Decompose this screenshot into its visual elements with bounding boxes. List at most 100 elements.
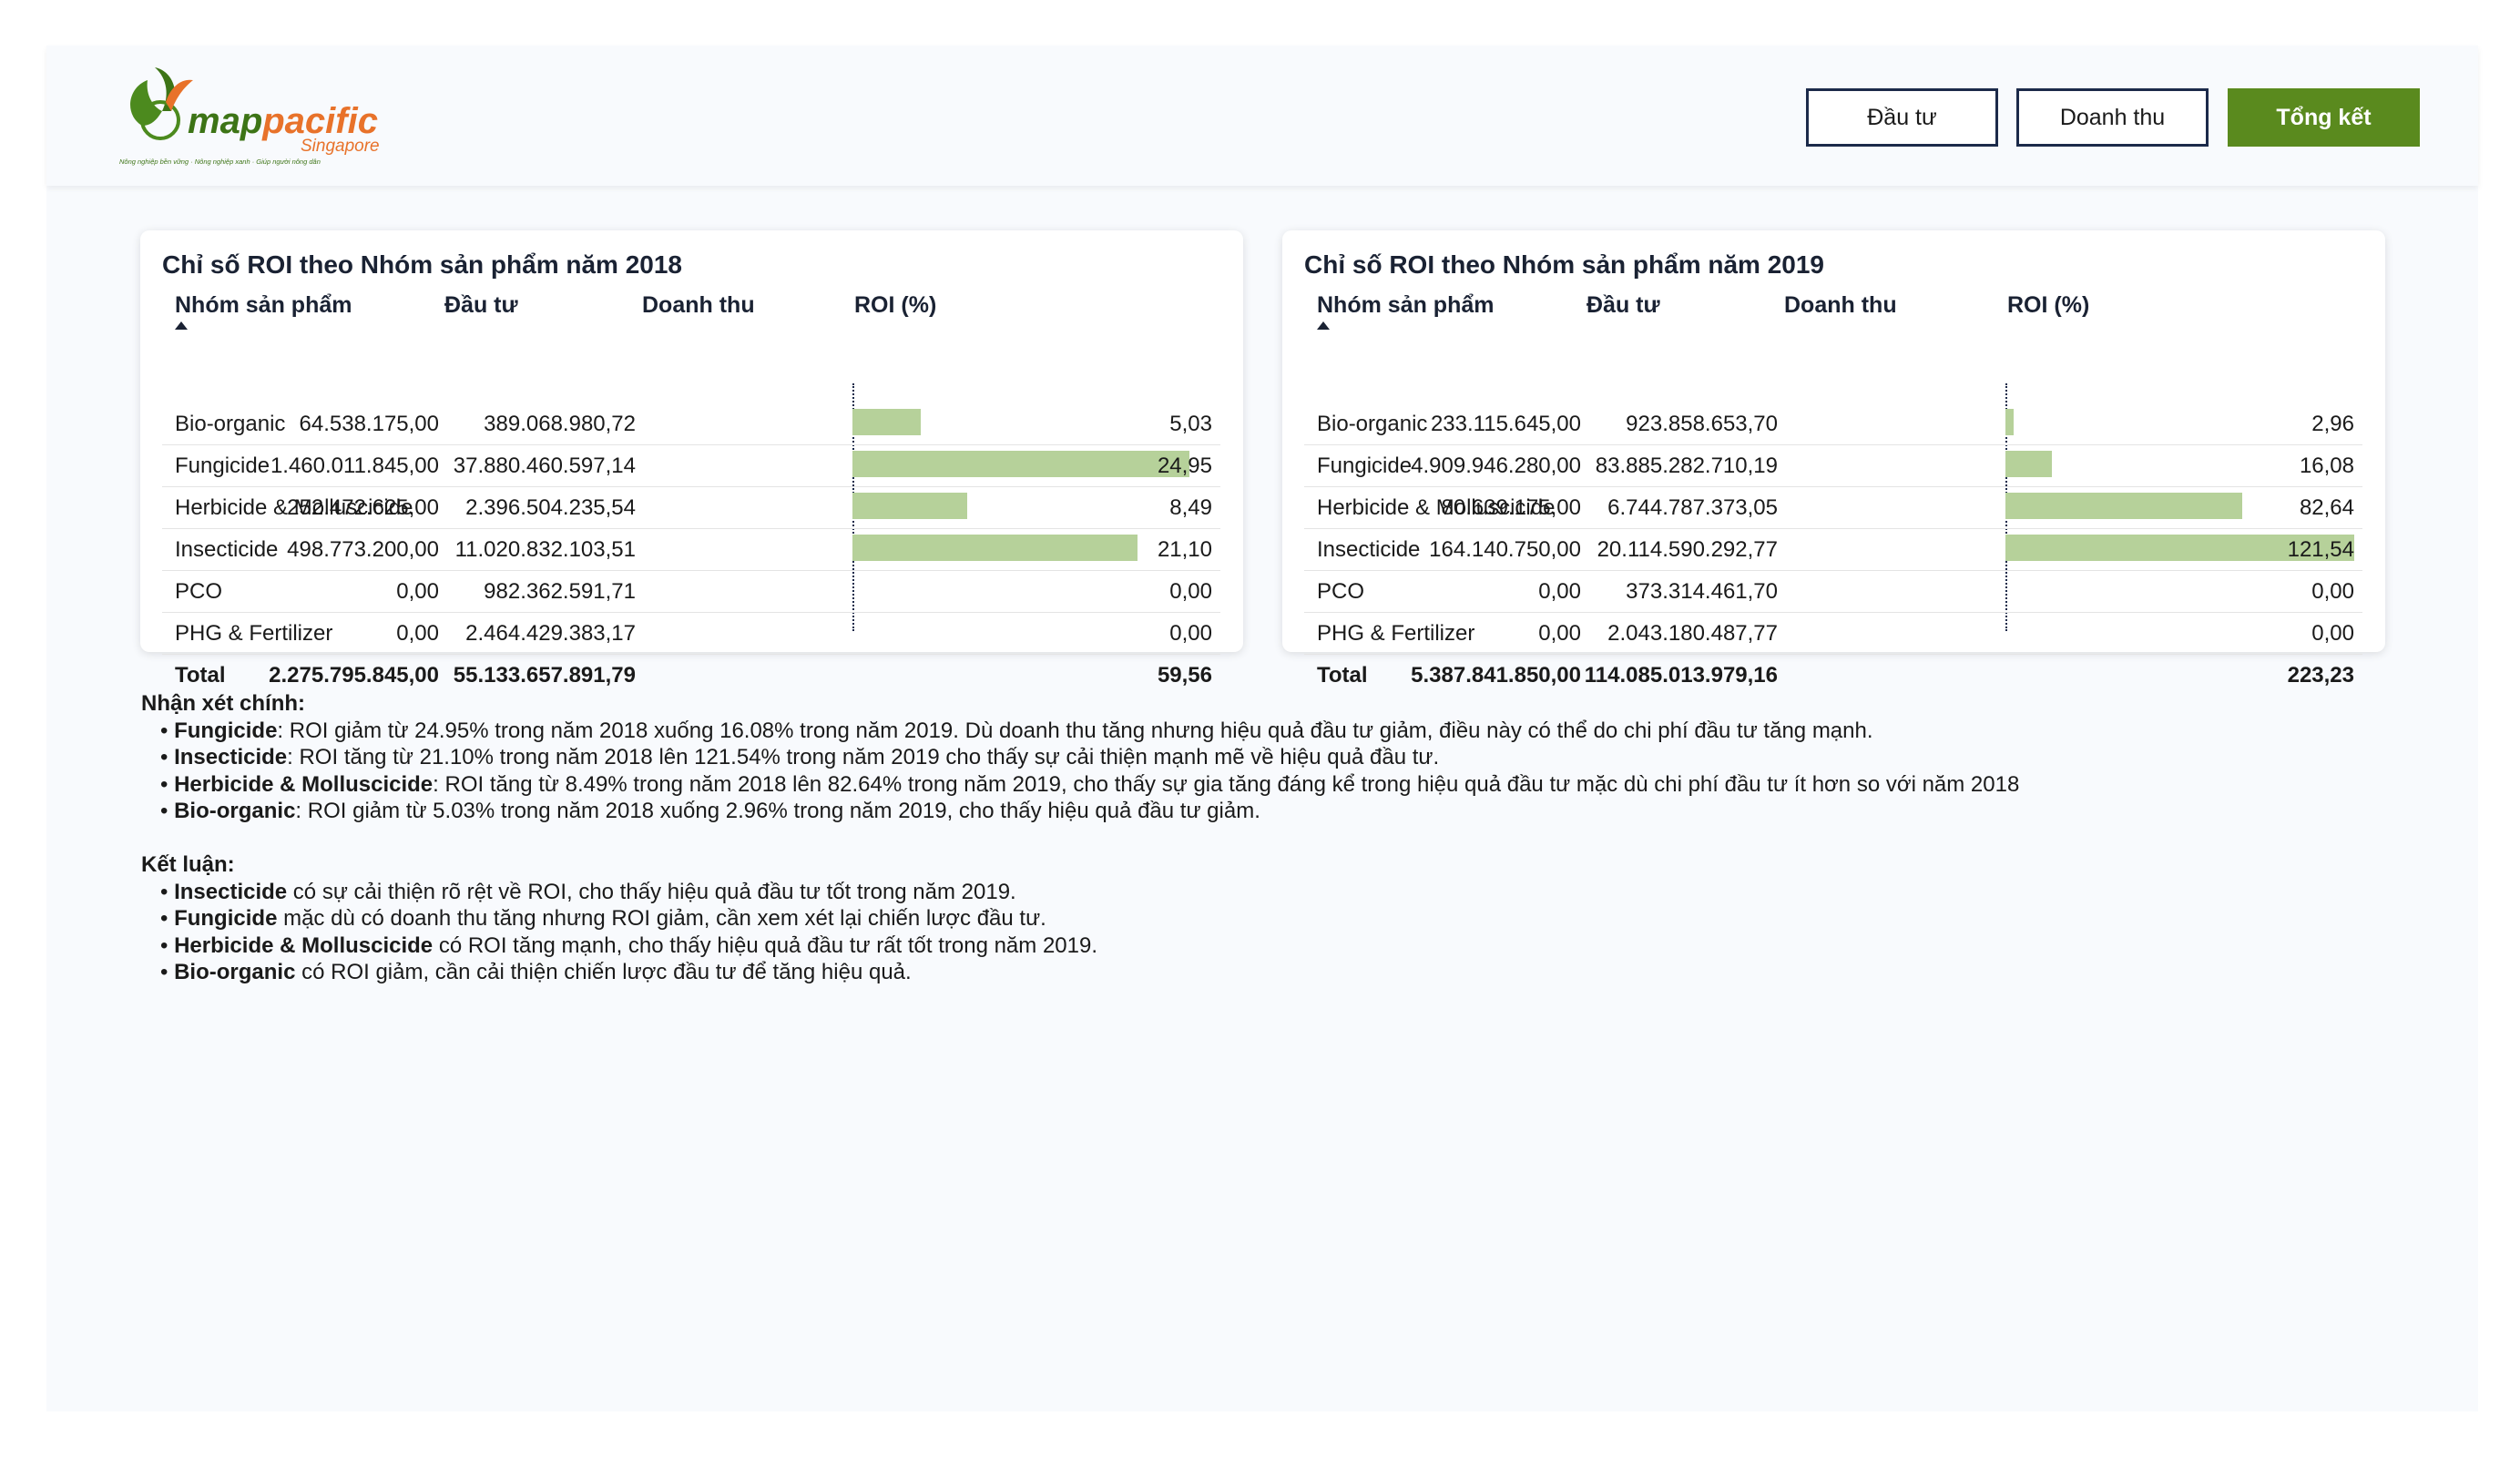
- cell-roi: 21,10: [1157, 537, 1212, 562]
- cell-roi: 8,49: [1169, 495, 1212, 520]
- table-row[interactable]: PCO 0,00 373.314.461,70 0,00: [1304, 571, 2362, 613]
- cell-group: Insecticide: [175, 537, 279, 562]
- roi-table-2019: Chỉ số ROI theo Nhóm sản phẩm năm 2019 N…: [1282, 230, 2385, 688]
- brand-subname: Singapore: [301, 137, 380, 156]
- cell-invest: 5.387.841.850,00: [1411, 663, 1581, 688]
- cell-revenue: 55.133.657.891,79: [453, 663, 636, 688]
- table-title: Chỉ số ROI theo Nhóm sản phẩm năm 2019: [1304, 250, 1825, 279]
- cell-roi: 0,00: [2311, 621, 2354, 646]
- table-row[interactable]: Herbicide & Molluscicide 80.639.175,00 6.7…: [1304, 487, 2362, 529]
- cell-revenue: 923.858.653,70: [1626, 412, 1778, 436]
- cell-roi: 24,95: [1157, 453, 1212, 478]
- cell-invest: 1.460.011.845,00: [270, 453, 439, 478]
- column-header-group[interactable]: Nhóm sản phẩm: [175, 292, 352, 319]
- conclusion-heading: Kết luận:: [141, 852, 235, 877]
- table-row[interactable]: Herbicide & Molluscicide 252.472.625,00 2.…: [162, 487, 1220, 529]
- cell-roi: 82,64: [2299, 495, 2354, 520]
- roi-bar: [852, 493, 967, 519]
- cell-group: Total: [1317, 663, 1368, 688]
- note-item: • Bio-organic: ROI giảm từ 5.03% trong n…: [141, 798, 2019, 825]
- cell-invest: 4.909.946.280,00: [1411, 453, 1581, 478]
- cell-group: Bio-organic: [1317, 412, 1428, 436]
- table-title: Chỉ số ROI theo Nhóm sản phẩm năm 2018: [162, 250, 683, 279]
- header-bar: mappacific Singapore Nông nghiệp bền vữn…: [46, 46, 2478, 186]
- cell-roi: 2,96: [2311, 412, 2354, 436]
- roi-table-2018: Chỉ số ROI theo Nhóm sản phẩm năm 2018 N…: [140, 230, 1243, 688]
- bullet-icon: •: [160, 960, 175, 984]
- column-header-group[interactable]: Nhóm sản phẩm: [1317, 292, 1494, 319]
- roi-bar: [2005, 409, 2015, 435]
- column-header-roi[interactable]: ROI (%): [2007, 292, 2089, 319]
- cell-revenue: 373.314.461,70: [1626, 579, 1778, 604]
- cell-group: Fungicide: [1317, 453, 1413, 478]
- cell-invest: 164.140.750,00: [1429, 537, 1581, 562]
- table-row[interactable]: Fungicide 1.460.011.845,00 37.880.460.597,…: [162, 445, 1220, 487]
- nav-invest-button[interactable]: Đầu tư: [1806, 88, 1998, 147]
- cell-roi: 0,00: [1169, 621, 1212, 646]
- roi-bar: [852, 535, 1138, 561]
- cell-revenue: 83.885.282.710,19: [1595, 453, 1778, 478]
- cell-invest: 252.472.625,00: [287, 495, 439, 520]
- nav-summary-button[interactable]: Tổng kết: [2228, 88, 2420, 147]
- cell-revenue: 114.085.013.979,16: [1584, 663, 1778, 688]
- note-text: : ROI giảm từ 24.95% trong năm 2018 xuốn…: [277, 718, 1873, 743]
- brand-tagline: Nông nghiệp bền vững · Nông nghiệp xanh …: [119, 158, 321, 166]
- column-header-revenue[interactable]: Doanh thu: [1784, 292, 1897, 319]
- conclusions-list: • Insecticide có sự cải thiện rõ rệt về …: [141, 879, 2019, 986]
- cell-group: PCO: [1317, 579, 1365, 604]
- cell-roi: 0,00: [1169, 579, 1212, 604]
- note-item: • Fungicide mặc dù có doanh thu tăng như…: [141, 905, 2019, 932]
- bullet-icon: •: [160, 906, 175, 931]
- table-row[interactable]: Insecticide 498.773.200,00 11.020.832.103,…: [162, 529, 1220, 571]
- roi-bar: [852, 409, 921, 435]
- cell-revenue: 2.396.504.235,54: [465, 495, 636, 520]
- note-term: Fungicide: [174, 906, 278, 931]
- cell-revenue: 2.043.180.487,77: [1607, 621, 1778, 646]
- mappacific-logo: mappacific Singapore Nông nghiệp bền vữn…: [119, 67, 380, 166]
- cell-group: Total: [175, 663, 226, 688]
- note-text: : ROI tăng từ 21.10% trong năm 2018 lên …: [287, 745, 1440, 769]
- column-header-invest[interactable]: Đầu tư: [1586, 292, 1660, 319]
- cell-revenue: 37.880.460.597,14: [453, 453, 636, 478]
- column-header-roi[interactable]: ROI (%): [854, 292, 936, 319]
- cell-invest: 498.773.200,00: [287, 537, 439, 562]
- note-item: • Insecticide có sự cải thiện rõ rệt về …: [141, 879, 2019, 906]
- note-term: Herbicide & Molluscicide: [174, 771, 434, 797]
- report-canvas: mappacific Singapore Nông nghiệp bền vữn…: [46, 46, 2478, 1411]
- bullet-icon: •: [160, 879, 175, 904]
- bullet-icon: •: [160, 799, 175, 823]
- notes-section: Nhận xét chính: • Fungicide: ROI giảm từ…: [141, 690, 2019, 986]
- roi-bar: [2005, 493, 2243, 519]
- bullet-icon: •: [160, 718, 175, 743]
- sort-ascending-icon: [1317, 321, 1330, 330]
- table-row[interactable]: Fungicide 4.909.946.280,00 83.885.282.710,…: [1304, 445, 2362, 487]
- cell-group: Fungicide: [175, 453, 270, 478]
- note-text: có sự cải thiện rõ rệt về ROI, cho thấy …: [287, 879, 1016, 904]
- sort-ascending-icon: [175, 321, 188, 330]
- roi-bar: [852, 451, 1189, 477]
- table-row[interactable]: PHG & Fertilizer 0,00 2.464.429.383,17 0,00: [162, 613, 1220, 655]
- table-row[interactable]: PCO 0,00 982.362.591,71 0,00: [162, 571, 1220, 613]
- cell-invest: 64.538.175,00: [299, 412, 439, 436]
- note-term: Fungicide: [174, 718, 278, 743]
- table-row[interactable]: PHG & Fertilizer 0,00 2.043.180.487,77 0,00: [1304, 613, 2362, 655]
- table-row[interactable]: Bio-organic 64.538.175,00 389.068.980,72 5,…: [162, 403, 1220, 445]
- nav-revenue-button[interactable]: Doanh thu: [2016, 88, 2209, 147]
- cell-invest: 2.275.795.845,00: [269, 663, 439, 688]
- column-header-revenue[interactable]: Doanh thu: [642, 292, 755, 319]
- cell-revenue: 389.068.980,72: [484, 412, 636, 436]
- note-text: : ROI tăng từ 8.49% trong năm 2018 lên 8…: [433, 771, 2020, 797]
- column-header-invest[interactable]: Đầu tư: [444, 292, 518, 319]
- table-row[interactable]: Insecticide 164.140.750,00 20.114.590.292,…: [1304, 529, 2362, 571]
- cell-group: PHG & Fertilizer: [1317, 621, 1475, 646]
- note-term: Bio-organic: [174, 799, 296, 823]
- cell-roi: 59,56: [1157, 663, 1212, 688]
- brand-name: mappacific: [188, 101, 378, 141]
- note-term: Herbicide & Molluscicide: [174, 932, 434, 958]
- table-row[interactable]: Bio-organic 233.115.645,00 923.858.653,70 2…: [1304, 403, 2362, 445]
- cell-group: Bio-organic: [175, 412, 286, 436]
- cell-invest: 0,00: [396, 621, 439, 646]
- note-term: Insecticide: [174, 745, 288, 769]
- cell-invest: 0,00: [1538, 579, 1581, 604]
- note-item: • Fungicide: ROI giảm từ 24.95% trong nă…: [141, 718, 2019, 745]
